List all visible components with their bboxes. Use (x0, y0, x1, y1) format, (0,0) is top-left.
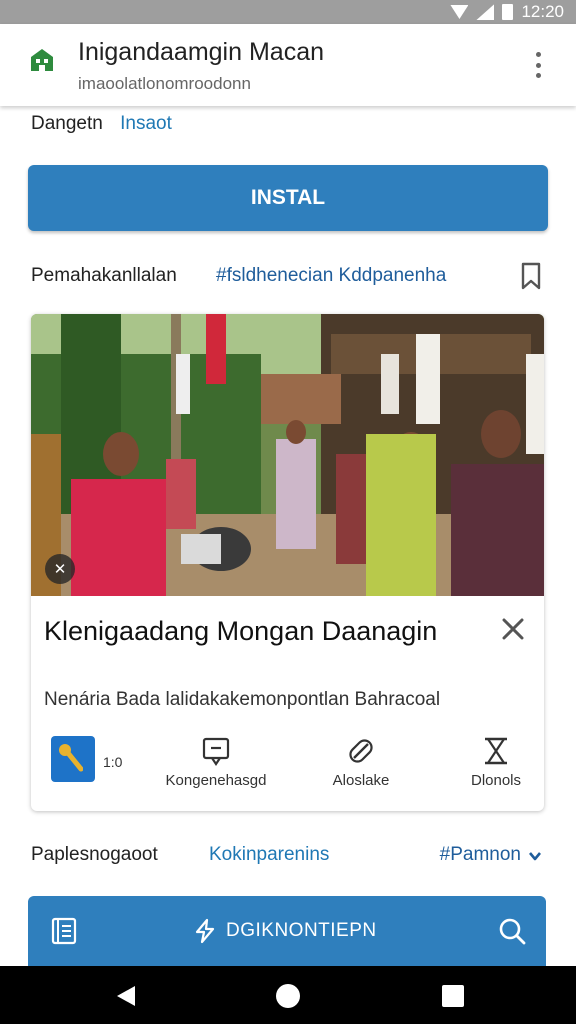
status-time: 12:20 (521, 2, 564, 21)
bolt-icon (195, 918, 215, 944)
back-icon[interactable] (113, 983, 139, 1009)
article-headline[interactable]: Klenigaadang Mongan Daanagin (44, 614, 464, 649)
breadcrumb-link[interactable]: Insaot (120, 113, 172, 134)
hourglass-icon (485, 737, 507, 765)
key-icon (59, 744, 83, 772)
section-tag-link[interactable]: #fsldhenecian Kddpanenha (216, 265, 446, 287)
filter-link[interactable]: Kokinparenins (209, 844, 329, 866)
link-icon (349, 739, 373, 763)
house-icon (31, 49, 53, 71)
status-icons: 12:20 (450, 2, 564, 22)
app-url[interactable]: imaoolatlonomroodonn (78, 74, 251, 94)
section-header: Pemahakanllalan #fsldhenecian Kddpanenha (31, 262, 547, 292)
system-nav-bar (0, 966, 576, 1024)
action-message[interactable]: Kongenehasgd (161, 732, 271, 802)
media-icon[interactable]: ✕ (45, 554, 75, 584)
search-bar-label-wrap: DGIKNONTIEPN (192, 918, 377, 944)
filter-row: Paplesnogaoot Kokinparenins #Pamnon (31, 842, 547, 870)
breadcrumb-first: Dangetn (31, 113, 103, 134)
close-icon[interactable] (500, 616, 526, 642)
recents-icon[interactable] (440, 983, 466, 1009)
status-bar: 12:20 (0, 0, 576, 24)
message-icon (202, 737, 230, 766)
overflow-menu-icon[interactable] (528, 50, 548, 80)
article-photo (31, 314, 544, 596)
filter-title: Paplesnogaoot (31, 844, 158, 865)
action-label: Aloslake (332, 772, 390, 789)
breadcrumb: Dangetn Insaot (31, 113, 172, 135)
action-label: Kongenehasgd (165, 772, 267, 789)
bookmark-icon[interactable] (519, 262, 543, 290)
book-icon[interactable] (50, 916, 78, 946)
action-link[interactable]: Aloslake (311, 732, 411, 802)
article-subline: Nenária Bada lalidakakemonpontlan Bahrac… (44, 689, 441, 710)
battery-icon (502, 4, 514, 20)
section-title: Pemahakanllalan (31, 265, 177, 286)
action-label: Dlonols (470, 772, 522, 789)
card-actions: 1:0 Kongenehasgd Aloslake Dlonols (31, 732, 544, 802)
action-hourglass[interactable]: Dlonols (451, 732, 541, 802)
install-button[interactable]: INSTAL (28, 165, 548, 231)
search-bar-label: DGIKNONTIEPN (226, 920, 377, 941)
signal-icon (476, 4, 495, 20)
search-icon[interactable] (498, 917, 526, 945)
filter-dropdown-value[interactable]: #Pamnon (440, 844, 521, 866)
article-card[interactable]: ✕ Klenigaadang Mongan Daanagin Nenária B… (31, 314, 544, 811)
app-title: Inigandaamgin Macan (78, 38, 324, 66)
app-bar: Inigandaamgin Macan imaoolatlonomroodonn (0, 24, 576, 106)
wifi-icon (450, 5, 469, 19)
app-count: 1:0 (103, 754, 123, 770)
bottom-search-bar[interactable]: DGIKNONTIEPN (28, 896, 546, 966)
home-icon[interactable] (275, 983, 301, 1009)
chevron-down-icon[interactable] (527, 848, 543, 864)
